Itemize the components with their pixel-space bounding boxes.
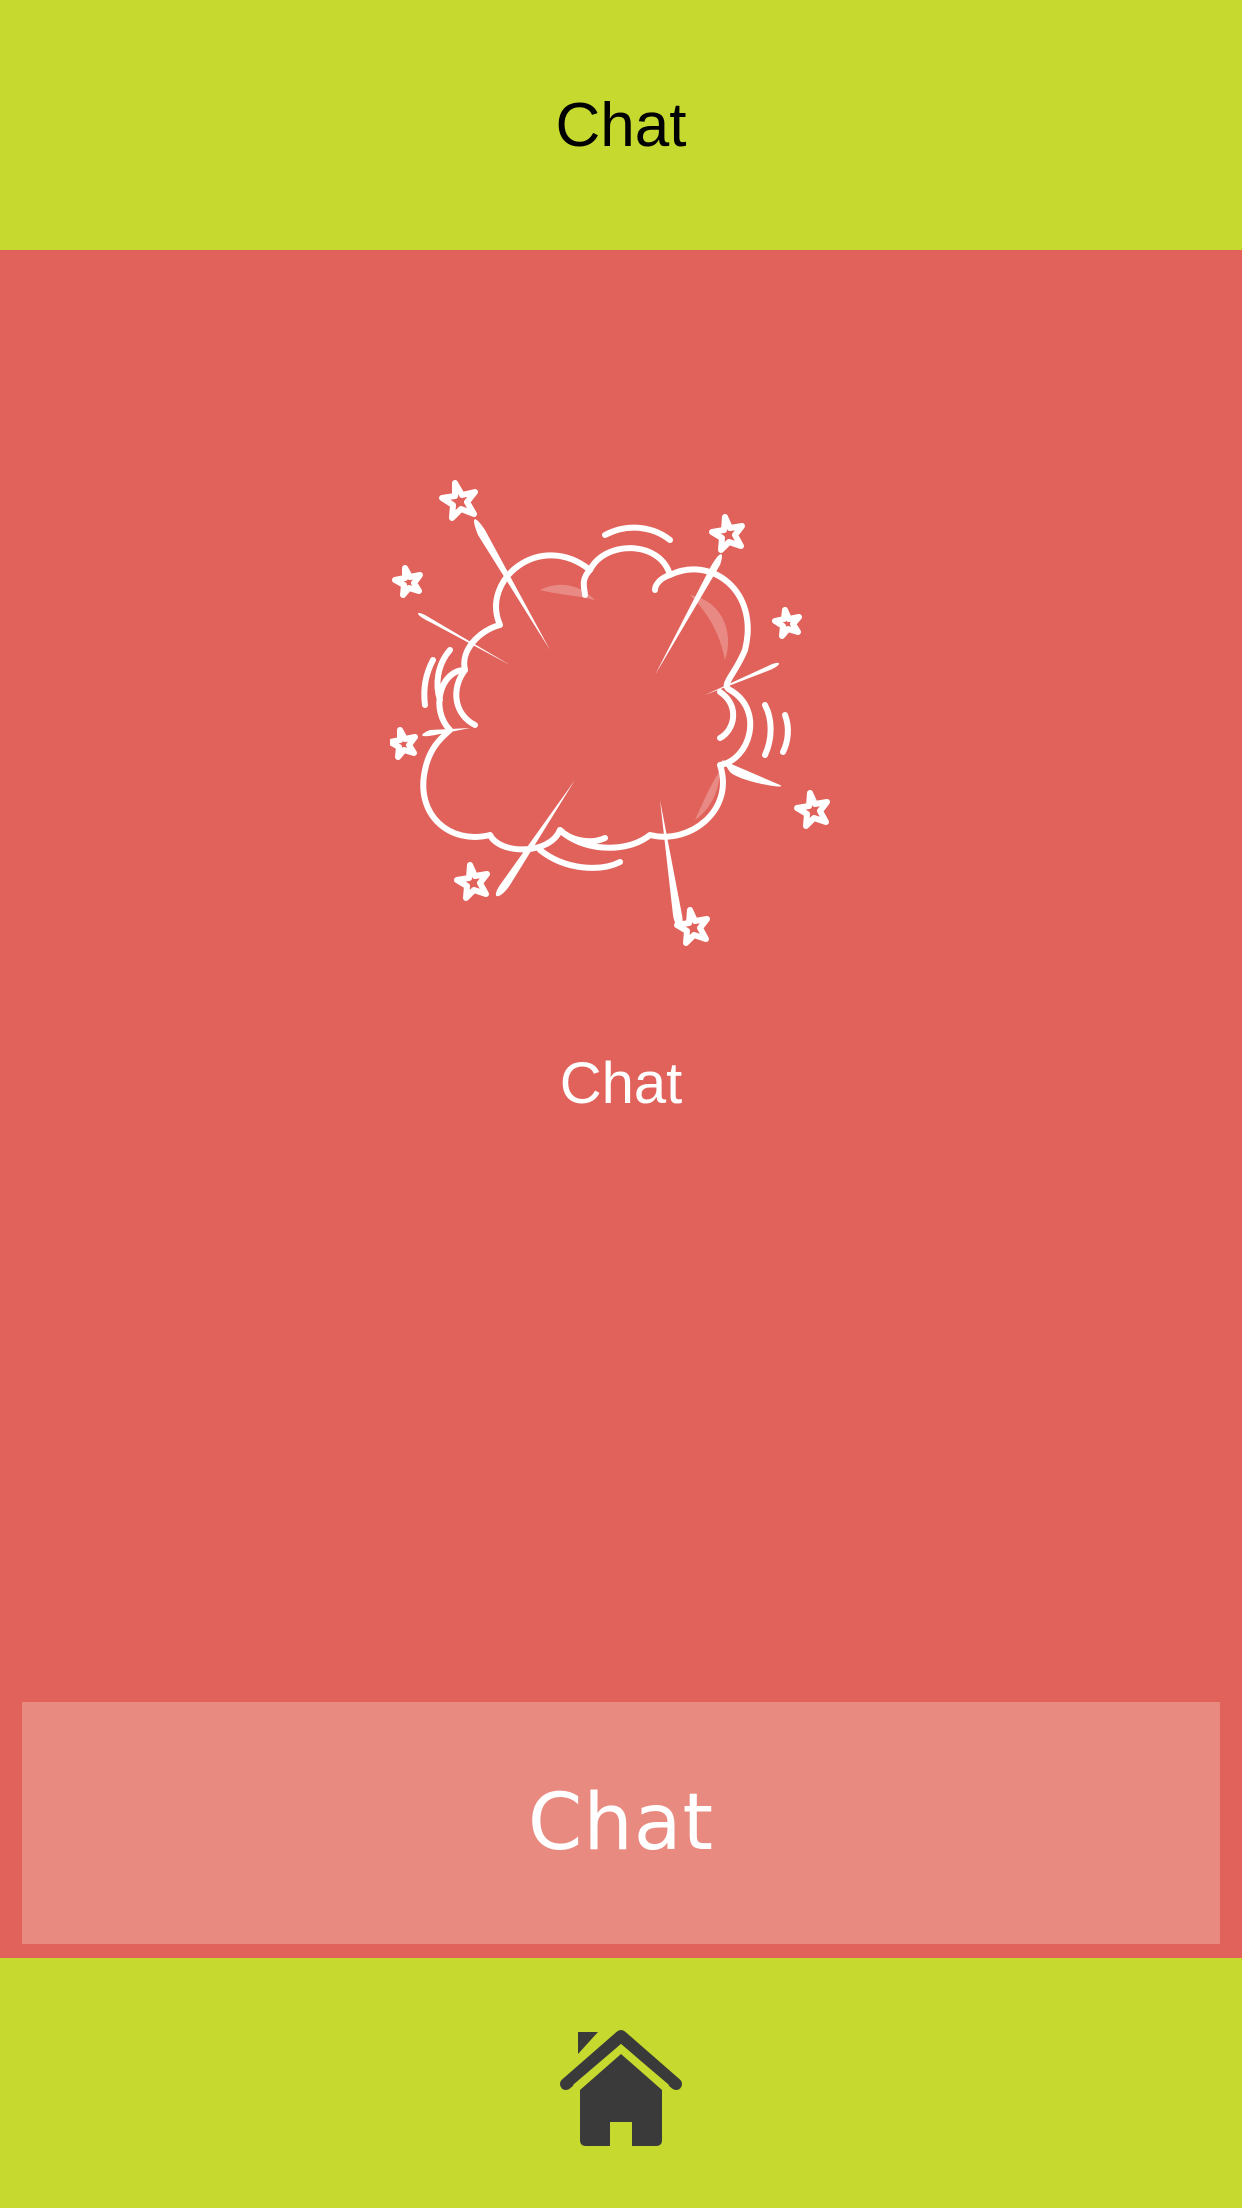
page-title: Chat: [555, 90, 687, 160]
chat-button-label: Chat: [527, 1778, 715, 1868]
explosion-cloud-icon: [390, 460, 850, 960]
chat-button[interactable]: Chat: [22, 1702, 1220, 1944]
chat-label: Chat: [559, 1051, 683, 1116]
footer-bar: [0, 1958, 1242, 2208]
main-content: Chat Chat: [0, 250, 1242, 1958]
home-icon[interactable]: [560, 2028, 682, 2148]
header-bar: Chat: [0, 0, 1242, 250]
